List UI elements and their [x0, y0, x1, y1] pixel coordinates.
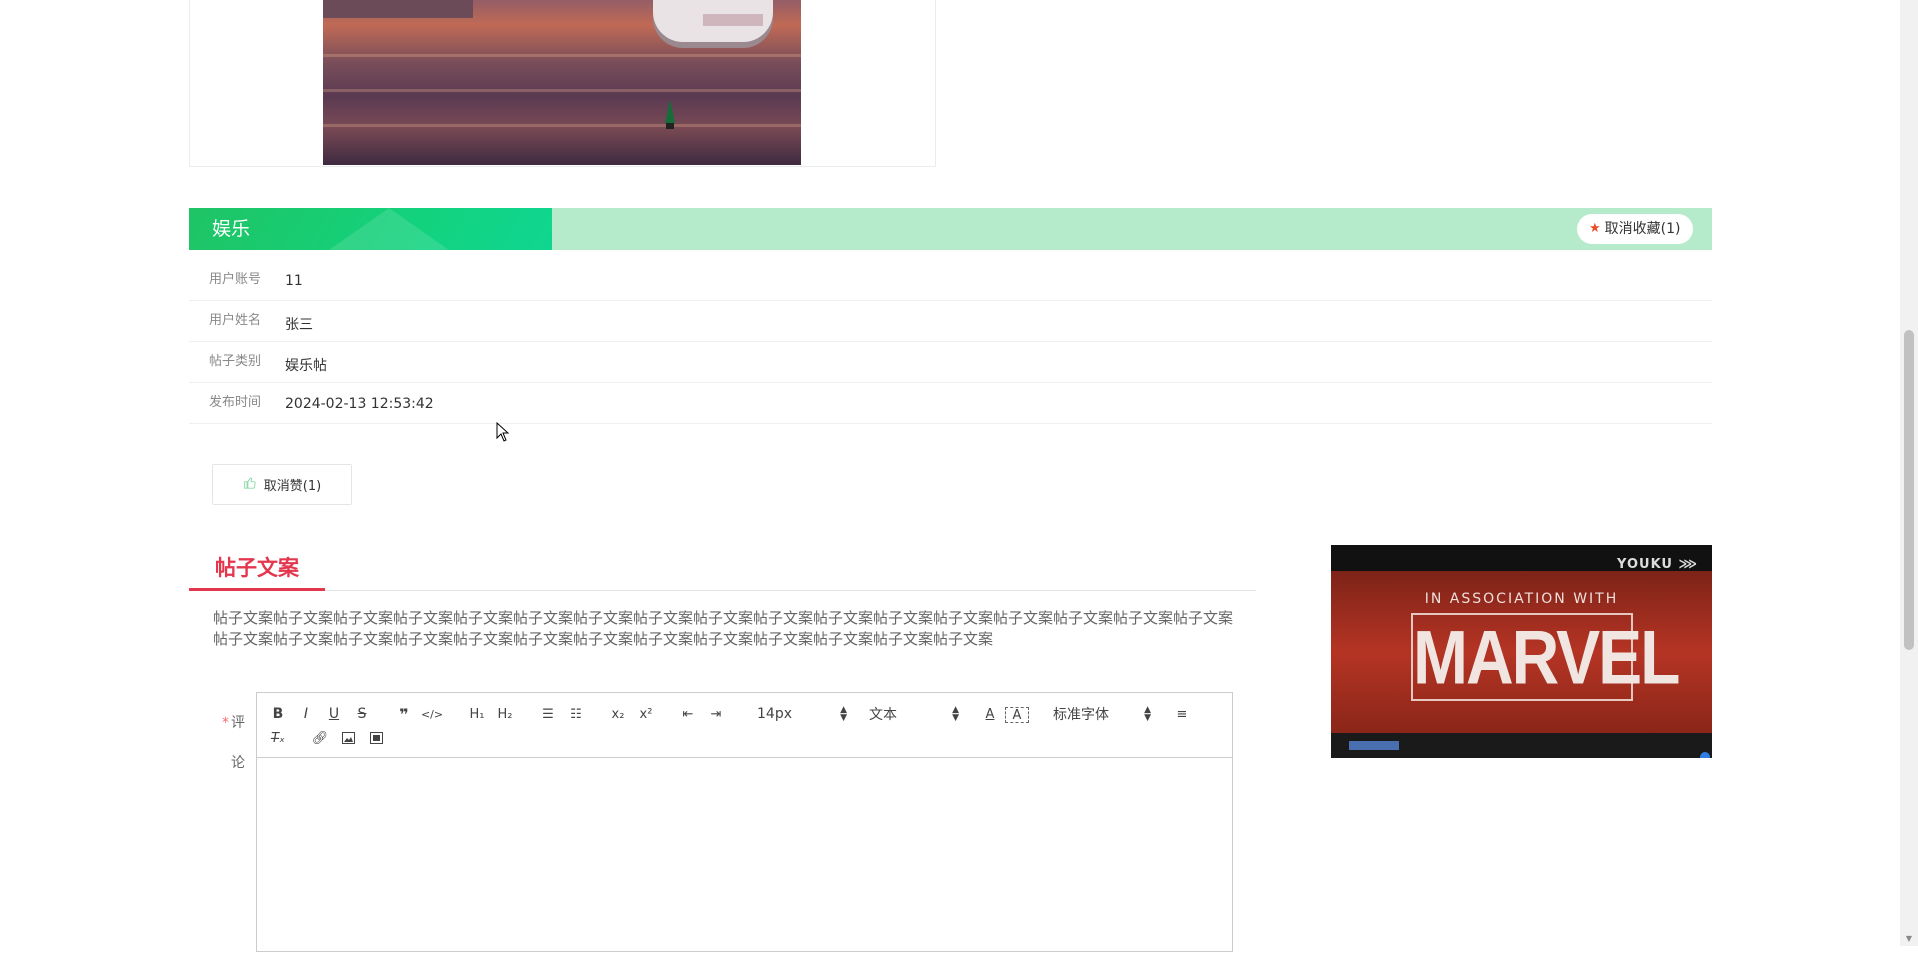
info-row-category: 帖子类别 娱乐帖 — [189, 342, 1712, 383]
ordered-list-icon[interactable]: ☰ — [537, 703, 559, 725]
font-color-icon[interactable]: A — [979, 703, 1001, 725]
background-color-icon[interactable]: A — [1005, 707, 1029, 723]
section-title: 帖子文案 — [189, 551, 325, 591]
star-icon: ★ — [1589, 221, 1601, 236]
category-title: 娱乐 — [212, 218, 251, 240]
comment-editor[interactable]: B I U S ❞ </> H₁ H₂ ☰ ☷ x₂ x² ⇤ ⇥ 14px ▲… — [256, 692, 1233, 952]
editor-toolbar: B I U S ❞ </> H₁ H₂ ☰ ☷ x₂ x² ⇤ ⇥ 14px ▲… — [257, 693, 1232, 758]
info-value: 张三 — [285, 317, 313, 333]
info-value: 娱乐帖 — [285, 358, 327, 374]
video-indicator — [1700, 752, 1710, 758]
select-arrows-icon: ▲ ▼ — [840, 705, 847, 723]
page-scrollbar[interactable]: ▼ — [1900, 0, 1918, 946]
video-association-text: IN ASSOCIATION WITH — [1424, 591, 1619, 607]
italic-icon[interactable]: I — [295, 703, 317, 725]
youku-logo: YOUKU ⋙ — [1617, 557, 1698, 572]
header2-icon[interactable]: H₂ — [493, 703, 517, 725]
thumbs-up-icon — [243, 476, 256, 493]
image-dock — [323, 0, 473, 18]
post-content: 帖子文案帖子文案帖子文案帖子文案帖子文案帖子文案帖子文案帖子文案帖子文案帖子文案… — [213, 609, 1234, 648]
image-ripple — [323, 54, 801, 57]
underline-icon[interactable]: U — [323, 703, 345, 725]
subscript-icon[interactable]: x₂ — [607, 703, 629, 725]
link-icon[interactable]: 🔗︎ — [309, 727, 331, 749]
info-value: 2024-02-13 12:53:42 — [285, 396, 434, 412]
unlike-button-label: 取消赞(1) — [263, 479, 322, 494]
outdent-icon[interactable]: ⇤ — [677, 703, 699, 725]
select-arrows-icon: ▲ ▼ — [952, 705, 959, 723]
video-icon[interactable] — [365, 727, 387, 749]
post-image — [323, 0, 801, 165]
font-family-select[interactable]: 标准字体 ▲ ▼ — [1053, 703, 1151, 725]
info-label: 用户姓名 — [209, 313, 262, 328]
unlike-button[interactable]: 取消赞(1) — [212, 464, 352, 505]
section-divider — [189, 590, 1256, 591]
scroll-down-icon[interactable]: ▼ — [1904, 934, 1914, 944]
info-row-name: 用户姓名 张三 — [189, 301, 1712, 342]
bullet-list-icon[interactable]: ☷ — [565, 703, 587, 725]
info-label: 发布时间 — [209, 395, 262, 410]
info-label: 帖子类别 — [209, 354, 262, 369]
info-value: 11 — [285, 273, 303, 289]
superscript-icon[interactable]: x² — [635, 703, 657, 725]
code-block-icon[interactable]: </> — [421, 703, 443, 725]
select-arrows-icon: ▲ ▼ — [1144, 705, 1151, 723]
blockquote-icon[interactable]: ❞ — [393, 703, 415, 725]
header-select[interactable]: 文本 ▲ ▼ — [869, 703, 959, 725]
image-buoy — [665, 99, 675, 129]
image-ripple — [323, 124, 801, 127]
comment-label: * 评 论 — [222, 715, 245, 771]
editor-content-area[interactable] — [257, 758, 1232, 953]
info-row-time: 发布时间 2024-02-13 12:53:42 — [189, 383, 1712, 424]
image-icon[interactable] — [337, 727, 359, 749]
unfavorite-button[interactable]: ★ 取消收藏(1) — [1577, 214, 1693, 244]
indent-icon[interactable]: ⇥ — [705, 703, 727, 725]
clear-format-icon[interactable]: T̶ₓ — [267, 727, 289, 749]
video-taskbar — [1331, 733, 1712, 758]
info-label: 用户账号 — [209, 272, 262, 287]
marvel-logo: MARVEL — [1411, 613, 1680, 701]
required-mark: * — [222, 715, 229, 731]
strikethrough-icon[interactable]: S — [351, 703, 373, 725]
header1-icon[interactable]: H₁ — [465, 703, 489, 725]
image-ripple — [323, 89, 801, 92]
unfavorite-button-label: 取消收藏(1) — [1604, 221, 1681, 237]
image-boat-deck — [703, 14, 763, 26]
bold-icon[interactable]: B — [267, 703, 289, 725]
scrollbar-thumb[interactable] — [1904, 330, 1914, 650]
align-icon[interactable]: ≡ — [1171, 703, 1193, 725]
mouse-cursor-icon — [496, 422, 510, 442]
font-size-select[interactable]: 14px ▲ ▼ — [757, 703, 847, 725]
info-row-account: 用户账号 11 — [189, 260, 1712, 301]
video-player[interactable]: YOUKU ⋙ IN ASSOCIATION WITH MARVEL — [1331, 545, 1712, 758]
